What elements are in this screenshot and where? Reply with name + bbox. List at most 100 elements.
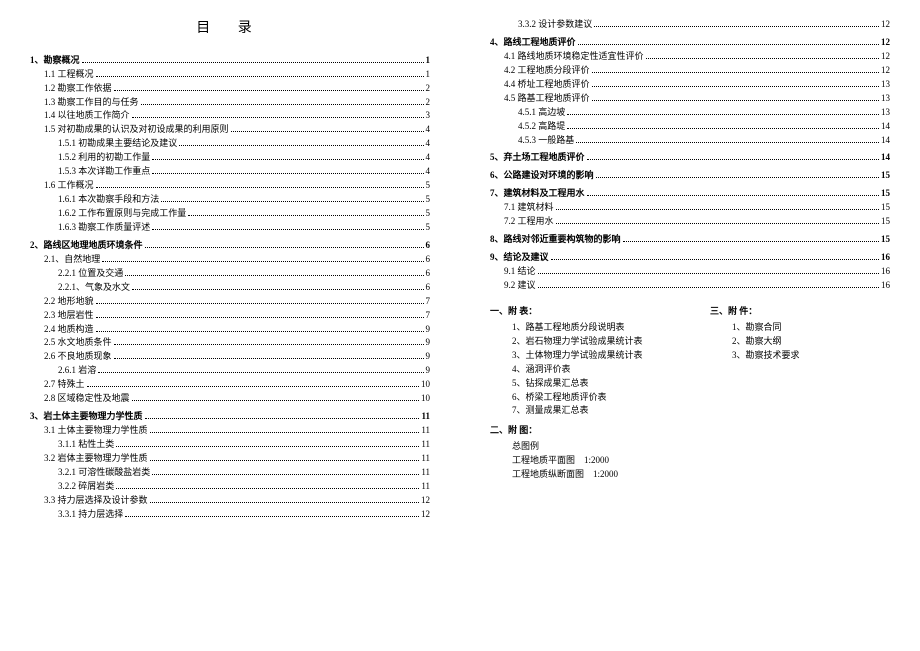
toc-row: 1、勘察概况1 (30, 54, 430, 68)
toc-row: 4.5.3 一般路基 14 (490, 134, 890, 148)
toc-page: 9 (426, 323, 431, 337)
toc-dots (87, 381, 419, 387)
toc-dots (152, 224, 423, 230)
toc-row: 1.3 勘察工作目的与任务2 (30, 96, 430, 110)
toc-label: 1.5.3 本次详勘工作重点 (58, 165, 150, 179)
toc-page: 15 (881, 169, 890, 183)
toc-row: 5、弃土场工程地质评价 14 (490, 151, 890, 165)
toc-dots (152, 469, 419, 475)
toc-row: 2.7 特殊土10 (30, 378, 430, 392)
toc-label: 6、公路建设对环境的影响 (490, 169, 594, 183)
toc-row: 3.3 持力层选择及设计参数12 (30, 494, 430, 508)
toc-row: 1.2 勘察工作依据 2 (30, 82, 430, 96)
toc-label: 3.2.2 碎屑岩类 (58, 480, 114, 494)
toc-row: 1.5 对初勘成果的认识及对初设成果的利用原则4 (30, 123, 430, 137)
toc-dots (188, 210, 423, 216)
toc-page: 15 (881, 233, 890, 247)
toc-row: 1.4 以往地质工作简介3 (30, 109, 430, 123)
toc-dots (152, 154, 423, 160)
toc-label: 1、勘察概况 (30, 54, 80, 68)
appendix-c-item: 3、勘察技术要求 (710, 349, 890, 363)
toc-dots (116, 441, 419, 447)
appendix-a-item: 5、钻探成果汇总表 (490, 377, 670, 391)
appendix-a-item: 2、岩石物理力学试验成果统计表 (490, 335, 670, 349)
toc-dots (592, 67, 879, 73)
toc-row: 1.5.1 初勘成果主要结论及建议4 (30, 137, 430, 151)
toc-label: 2.2 地形地貌 (44, 295, 94, 309)
toc-row: 3.2.2 碎屑岩类 11 (30, 480, 430, 494)
toc-page: 3 (426, 109, 431, 123)
toc-page: 14 (881, 120, 890, 134)
toc-page: 2 (426, 82, 431, 96)
appendix-c-heading: 三、附 件： (710, 305, 890, 319)
appendix-b-item: 工程地质平面图 1:2000 (490, 454, 670, 468)
toc-page: 14 (881, 134, 890, 148)
toc-page: 13 (881, 106, 890, 120)
toc-dots (594, 21, 879, 27)
appendix-a-item: 7、测量成果汇总表 (490, 404, 670, 418)
toc-label: 9、结论及建议 (490, 251, 549, 265)
toc-label: 2.6 不良地质现象 (44, 350, 112, 364)
appendix-a-item: 1、路基工程地质分段说明表 (490, 321, 670, 335)
toc-dots (538, 282, 879, 288)
appendix-block: 一、附 表： 1、路基工程地质分段说明表2、岩石物理力学试验成果统计表3、土体物… (490, 301, 890, 482)
toc-dots (551, 254, 879, 260)
toc-label: 1.2 勘察工作依据 (44, 82, 112, 96)
toc-row: 3.2 岩体主要物理力学性质11 (30, 452, 430, 466)
toc-dots (587, 154, 879, 160)
toc-label: 3、岩土体主要物理力学性质 (30, 410, 143, 424)
toc-page: 15 (881, 201, 890, 215)
toc-page: 11 (421, 438, 430, 452)
toc-dots (96, 326, 424, 332)
toc-row: 3.2.1 可溶性碳酸盐岩类11 (30, 466, 430, 480)
toc-label: 2.8 区域稳定性及地震 (44, 392, 130, 406)
toc-row: 3.1 土体主要物理力学性质11 (30, 424, 430, 438)
toc-row: 3.1.1 粘性土类11 (30, 438, 430, 452)
toc-row: 4、路线工程地质评价12 (490, 36, 890, 50)
toc-row: 9.1 结论16 (490, 265, 890, 279)
toc-dots (231, 126, 424, 132)
toc-row: 1.6 工作概况5 (30, 179, 430, 193)
toc-row: 2.1、自然地理6 (30, 253, 430, 267)
toc-dots (150, 497, 419, 503)
toc-page: 9 (426, 364, 431, 378)
toc-row: 3.3.2 设计参数建议12 (490, 18, 890, 32)
toc-dots (623, 236, 879, 242)
toc-page: 11 (421, 410, 430, 424)
toc-page: 12 (881, 50, 890, 64)
toc-dots (114, 85, 424, 91)
toc-label: 1.6.3 勘察工作质量评述 (58, 221, 150, 235)
toc-label: 1.5.2 利用的初勘工作量 (58, 151, 150, 165)
toc-dots (98, 367, 423, 373)
toc-label: 9.2 建议 (504, 279, 536, 293)
toc-dots (96, 71, 424, 77)
toc-label: 4.5.2 高路堤 (518, 120, 565, 134)
toc-dots (96, 182, 424, 188)
toc-label: 4.5 路基工程地质评价 (504, 92, 590, 106)
toc-label: 1.5 对初勘成果的认识及对初设成果的利用原则 (44, 123, 229, 137)
toc-page: 10 (421, 378, 430, 392)
toc-label: 8、路线对邻近重要构筑物的影响 (490, 233, 621, 247)
toc-dots (125, 511, 419, 517)
toc-page: 11 (421, 480, 430, 494)
toc-page: 16 (881, 265, 890, 279)
toc-page: 16 (881, 279, 890, 293)
toc-page: 11 (421, 424, 430, 438)
toc-label: 4.5.3 一般路基 (518, 134, 574, 148)
toc-page: 6 (426, 281, 431, 295)
toc-row: 2.5 水文地质条件9 (30, 336, 430, 350)
toc-label: 1.6.1 本次勘察手段和方法 (58, 193, 159, 207)
toc-page: 14 (881, 151, 890, 165)
toc-dots (538, 268, 879, 274)
toc-page: 6 (426, 267, 431, 281)
toc-page: 12 (881, 64, 890, 78)
toc-row: 1.1 工程概况1 (30, 68, 430, 82)
toc-row: 7、建筑材料及工程用水15 (490, 187, 890, 201)
appendix-b-heading: 二、附 图： (490, 424, 670, 438)
toc-row: 1.6.2 工作布置原则与完成工作量5 (30, 207, 430, 221)
toc-label: 1.5.1 初勘成果主要结论及建议 (58, 137, 177, 151)
toc-dots (141, 99, 424, 105)
toc-label: 4.5.1 高边坡 (518, 106, 565, 120)
toc-dots (556, 204, 879, 210)
toc-label: 5、弃土场工程地质评价 (490, 151, 585, 165)
